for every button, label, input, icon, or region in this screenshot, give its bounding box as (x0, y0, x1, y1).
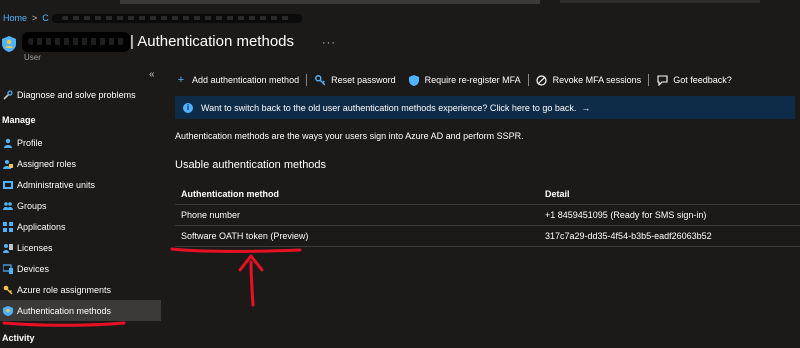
redacted-bar (560, 0, 760, 3)
underline-table-row (170, 247, 302, 253)
switch-back-banner[interactable]: i Want to switch back to the old user au… (175, 96, 795, 119)
mfa-shield-icon (408, 74, 420, 86)
person-icon (3, 138, 13, 148)
section-label-activity: Activity (2, 333, 35, 343)
column-header-method: Authentication method (181, 188, 279, 199)
applications-icon (3, 221, 13, 232)
method-cell: Phone number (181, 210, 241, 220)
column-header-detail: Detail (545, 188, 570, 199)
block-icon (536, 74, 548, 86)
description-text: Authentication methods are the ways your… (175, 131, 524, 141)
sidebar-item-label: Groups (17, 200, 47, 211)
sidebar-item-label: Licenses (17, 242, 53, 253)
devices-icon (3, 263, 13, 274)
toolbar-divider (306, 74, 308, 86)
table-row[interactable]: Phone number +1 8459451095 (Ready for SM… (175, 205, 800, 226)
button-label: Got feedback? (673, 75, 732, 85)
breadcrumb-user-link[interactable]: C (42, 13, 49, 23)
sidebar-item-devices[interactable]: Devices (0, 258, 161, 279)
redacted-breadcrumb (51, 13, 302, 23)
collapse-sidebar-icon[interactable]: « (149, 69, 155, 80)
section-title-usable-methods: Usable authentication methods (175, 159, 327, 171)
arrow-shaft (249, 260, 255, 307)
toolbar-divider (648, 74, 650, 86)
method-cell: Software OATH token (Preview) (181, 231, 309, 241)
wrench-icon (3, 89, 13, 100)
licenses-icon (3, 243, 13, 253)
sidebar: « Diagnose and solve problems Manage Pro… (0, 66, 162, 348)
key-icon (3, 285, 13, 295)
button-label: Revoke MFA sessions (552, 75, 642, 85)
table-header-row: Authentication method Detail (175, 183, 800, 205)
info-icon: i (183, 102, 193, 113)
sidebar-item-label: Azure role assignments (17, 284, 112, 295)
detail-cell: 317c7a29-dd35-4f54-b3b5-eadf26063b52 (545, 231, 712, 241)
sidebar-item-label: Administrative units (17, 179, 96, 190)
sidebar-item-azure-role-assignments[interactable]: Azure role assignments (0, 279, 161, 300)
groups-icon (3, 201, 13, 211)
page-subtitle: User (24, 53, 41, 62)
reset-password-button[interactable]: Reset password (314, 74, 396, 86)
sidebar-item-authentication-methods[interactable]: Authentication methods (0, 300, 161, 321)
user-shield-icon (2, 36, 16, 52)
sidebar-item-label: Applications (17, 221, 66, 232)
arrow-right-icon: → (581, 102, 591, 113)
detail-cell: +1 8459451095 (Ready for SMS sign-in) (545, 210, 707, 220)
sidebar-item-assigned-roles[interactable]: Assigned roles (0, 153, 161, 174)
table-row[interactable]: Software OATH token (Preview) 317c7a29-d… (175, 226, 800, 247)
breadcrumb: Home > C (3, 13, 302, 23)
redacted-bar (120, 0, 540, 4)
sidebar-item-administrative-units[interactable]: Administrative units (0, 174, 161, 195)
plus-icon: + (177, 74, 185, 86)
page-header: | Authentication methods ··· User (0, 30, 800, 64)
sidebar-item-diagnose[interactable]: Diagnose and solve problems (0, 84, 161, 105)
page-title: | Authentication methods (130, 33, 295, 50)
banner-text: Want to switch back to the old user auth… (201, 102, 577, 113)
sidebar-item-label: Devices (17, 263, 50, 274)
button-label: Reset password (331, 75, 396, 85)
require-reregister-mfa-button[interactable]: Require re-register MFA (408, 74, 521, 86)
roles-icon (3, 159, 13, 169)
sidebar-item-label: Assigned roles (17, 158, 77, 169)
sidebar-item-applications[interactable]: Applications (0, 216, 161, 237)
toolbar-divider (527, 74, 529, 86)
breadcrumb-separator: > (32, 13, 38, 23)
revoke-mfa-sessions-button[interactable]: Revoke MFA sessions (536, 74, 642, 86)
sidebar-item-profile[interactable]: Profile (0, 132, 161, 153)
redacted-user-name (22, 32, 130, 52)
sidebar-item-label: Diagnose and solve problems (17, 89, 136, 100)
breadcrumb-home-link[interactable]: Home (3, 13, 27, 23)
add-authentication-method-button[interactable]: + Add authentication method (175, 74, 299, 86)
admin-units-icon (3, 180, 13, 190)
feedback-icon (656, 74, 668, 86)
authentication-methods-table: Authentication method Detail Phone numbe… (175, 183, 800, 247)
shield-icon (3, 305, 13, 316)
arrow-head (238, 254, 264, 272)
section-label-manage: Manage (2, 115, 36, 125)
more-options-icon[interactable]: ··· (322, 37, 336, 49)
sidebar-item-licenses[interactable]: Licenses (0, 237, 161, 258)
top-strip (0, 0, 800, 5)
sidebar-item-label: Authentication methods (17, 305, 112, 316)
sidebar-item-groups[interactable]: Groups (0, 195, 161, 216)
button-label: Add authentication method (192, 75, 300, 85)
command-bar: + Add authentication method Reset passwo… (175, 69, 732, 91)
sidebar-item-label: Profile (17, 137, 43, 148)
key-icon (314, 74, 326, 86)
got-feedback-button[interactable]: Got feedback? (656, 74, 732, 86)
button-label: Require re-register MFA (424, 75, 521, 85)
